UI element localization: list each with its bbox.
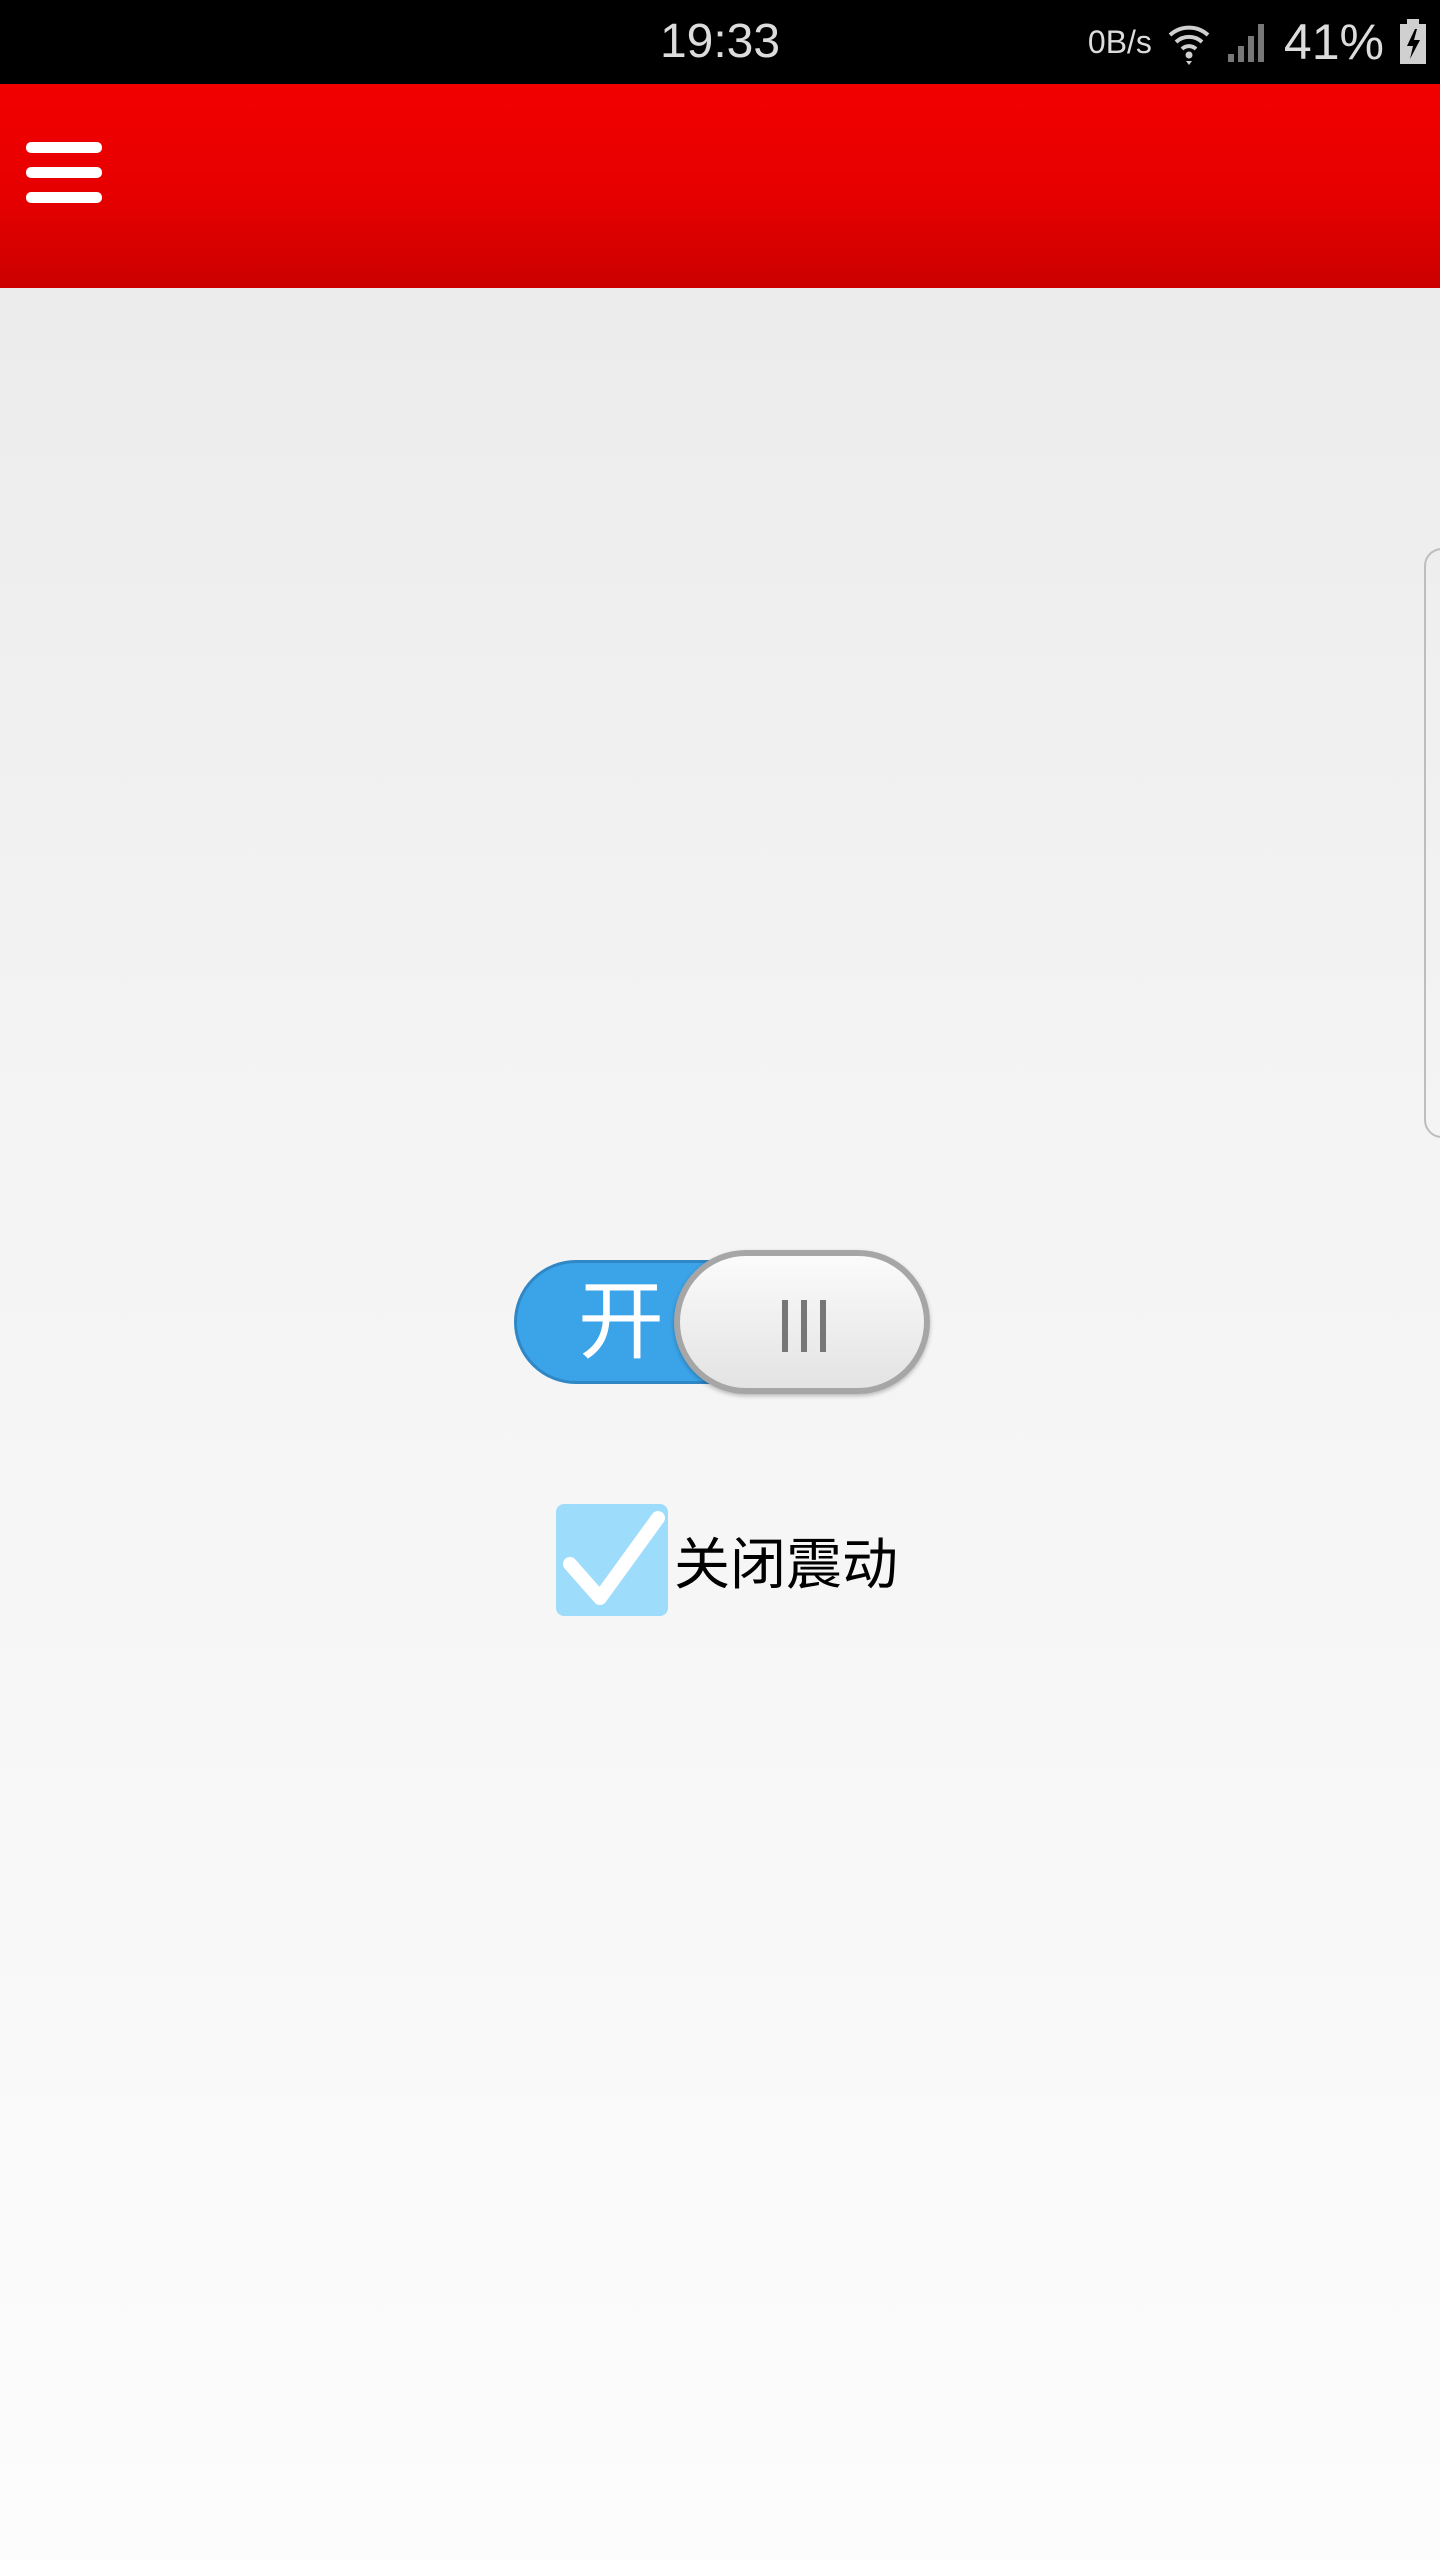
hamburger-menu-icon xyxy=(26,142,102,203)
status-icons: 0B/s 41% xyxy=(1088,0,1428,84)
app-toolbar xyxy=(0,84,1440,288)
signal-icon xyxy=(1227,24,1264,62)
menu-button[interactable] xyxy=(24,138,130,234)
status-bar: 19:33 0B/s 41% xyxy=(0,0,1440,84)
checkmark-icon xyxy=(563,1511,665,1605)
vibrate-checkbox[interactable] xyxy=(556,1504,668,1616)
battery-percent: 41% xyxy=(1283,14,1384,70)
toggle-switch[interactable]: 开 xyxy=(514,1250,930,1394)
toggle-on-label: 开 xyxy=(578,1272,664,1372)
net-speed: 0B/s xyxy=(1087,23,1152,60)
app-screen: 19:33 0B/s 41% 开 关闭震动 xyxy=(0,0,1440,2560)
wifi-icon xyxy=(1168,25,1210,65)
vibrate-label: 关闭震动 xyxy=(674,1532,898,1598)
battery-icon xyxy=(1400,19,1426,64)
vibrate-option[interactable]: 关闭震动 xyxy=(556,1502,898,1618)
edge-panel-handle[interactable] xyxy=(1424,548,1440,1138)
toggle-knob[interactable] xyxy=(674,1250,930,1394)
grip-icon xyxy=(782,1300,826,1352)
